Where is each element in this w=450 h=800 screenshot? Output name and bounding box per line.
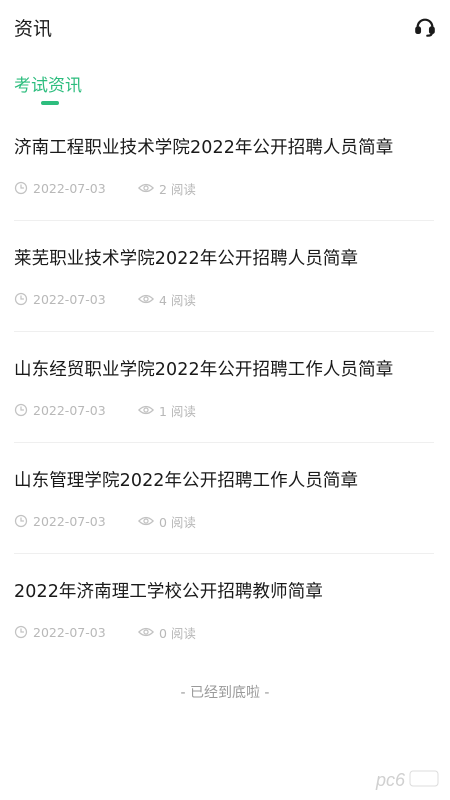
article-title: 山东经贸职业学院2022年公开招聘工作人员简章: [14, 360, 394, 380]
article-meta: 2022-07-03 1 阅读: [14, 401, 196, 420]
reads-text: 0 阅读: [159, 625, 196, 641]
active-tab-indicator: [41, 101, 59, 105]
date-text: 2022-07-03: [33, 624, 106, 640]
customer-service-button[interactable]: [412, 14, 438, 40]
clock-icon: [14, 625, 28, 639]
list-item[interactable]: 莱芜职业技术学院2022年公开招聘人员简章 2022-07-03 4 阅读: [14, 221, 434, 332]
clock-icon: [14, 181, 28, 195]
svg-text:pc6: pc6: [375, 770, 406, 790]
reads-text: 2 阅读: [159, 181, 196, 197]
article-meta: 2022-07-03 0 阅读: [14, 623, 196, 642]
pc6-logo-icon: pc6: [375, 770, 439, 790]
page-title: 资讯: [14, 18, 53, 40]
article-title: 济南工程职业技术学院2022年公开招聘人员简章: [14, 138, 394, 158]
watermark-logo: pc6: [374, 766, 440, 792]
eye-icon: [138, 294, 154, 304]
article-meta: 2022-07-03 4 阅读: [14, 290, 196, 309]
eye-icon: [138, 627, 154, 637]
tab-bar: 考试资讯: [0, 66, 450, 110]
read-count: 1 阅读: [138, 401, 196, 420]
list-item[interactable]: 2022年济南理工学校公开招聘教师简章 2022-07-03 0 阅读: [14, 554, 434, 665]
date-text: 2022-07-03: [33, 180, 106, 196]
publish-date: 2022-07-03: [14, 625, 138, 640]
date-text: 2022-07-03: [33, 513, 106, 529]
read-count: 0 阅读: [138, 512, 196, 531]
reads-text: 4 阅读: [159, 292, 196, 308]
read-count: 2 阅读: [138, 179, 196, 198]
end-of-list-text: - 已经到底啦 -: [180, 685, 270, 701]
headset-icon: [415, 18, 435, 37]
list-item[interactable]: 山东管理学院2022年公开招聘工作人员简章 2022-07-03 0 阅读: [14, 443, 434, 554]
article-title: 莱芜职业技术学院2022年公开招聘人员简章: [14, 249, 359, 269]
date-text: 2022-07-03: [33, 291, 106, 307]
reads-text: 1 阅读: [159, 403, 196, 419]
date-text: 2022-07-03: [33, 402, 106, 418]
publish-date: 2022-07-03: [14, 292, 138, 307]
eye-icon: [138, 405, 154, 415]
list-item[interactable]: 山东经贸职业学院2022年公开招聘工作人员简章 2022-07-03 1 阅读: [14, 332, 434, 443]
article-list: 济南工程职业技术学院2022年公开招聘人员简章 2022-07-03 2 阅读 …: [0, 110, 450, 665]
article-meta: 2022-07-03 2 阅读: [14, 179, 196, 198]
publish-date: 2022-07-03: [14, 181, 138, 196]
list-item[interactable]: 济南工程职业技术学院2022年公开招聘人员简章 2022-07-03 2 阅读: [14, 110, 434, 221]
read-count: 4 阅读: [138, 290, 196, 309]
reads-text: 0 阅读: [159, 514, 196, 530]
publish-date: 2022-07-03: [14, 514, 138, 529]
clock-icon: [14, 514, 28, 528]
article-title: 山东管理学院2022年公开招聘工作人员简章: [14, 471, 359, 491]
article-title: 2022年济南理工学校公开招聘教师简章: [14, 582, 323, 602]
article-meta: 2022-07-03 0 阅读: [14, 512, 196, 531]
clock-icon: [14, 403, 28, 417]
tab-exam-news[interactable]: 考试资讯: [14, 71, 82, 96]
top-bar: 资讯: [0, 0, 450, 56]
read-count: 0 阅读: [138, 623, 196, 642]
publish-date: 2022-07-03: [14, 403, 138, 418]
clock-icon: [14, 292, 28, 306]
eye-icon: [138, 183, 154, 193]
eye-icon: [138, 516, 154, 526]
